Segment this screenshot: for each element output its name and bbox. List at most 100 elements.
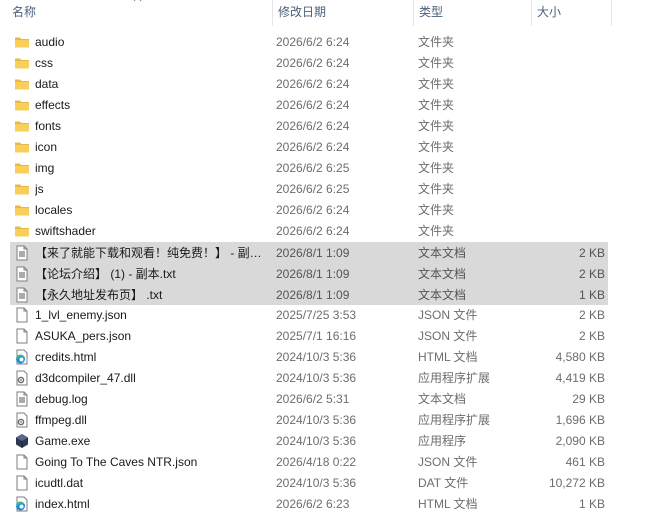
file-type: JSON 文件 (418, 455, 478, 469)
file-type: 文件夹 (418, 203, 455, 217)
file-name: 【来了就能下载和观看！纯免费！】 - 副… (35, 246, 262, 260)
file-explorer-list: 名称 修改日期 类型 大小 audio 2026/6/2 6:24 文件夹 css 20… (0, 0, 663, 512)
file-size: 2 KB (578, 246, 605, 260)
file-type: 文件夹 (418, 98, 455, 112)
file-size: 4,580 KB (555, 350, 605, 364)
file-size (530, 116, 605, 137)
file-modified-date: 2026/6/2 6:24 (276, 77, 350, 91)
file-size (530, 53, 605, 74)
file-row[interactable]: index.html 2026/6/2 6:23 HTML 文档 1 KB (10, 494, 608, 515)
file-name: ffmpeg.dll (35, 413, 87, 427)
file-modified-date: 2024/10/3 5:36 (276, 413, 357, 427)
folder-icon (14, 160, 30, 176)
file-type: 文件夹 (418, 224, 455, 238)
folder-icon (14, 97, 30, 113)
file-name: credits.html (35, 350, 97, 364)
file-type: 文本文档 (418, 392, 467, 406)
file-modified-date: 2026/6/2 6:24 (276, 56, 350, 70)
blank-file-icon (14, 454, 30, 470)
file-row[interactable]: ASUKA_pers.json 2025/7/1 16:16 JSON 文件 2 KB (10, 326, 608, 347)
file-size: 461 KB (565, 455, 605, 469)
file-row[interactable]: Game.exe 2024/10/3 5:36 应用程序 2,090 KB (10, 431, 608, 452)
file-row[interactable]: 【永久地址发布页】 .txt 2026/8/1 1:09 文本文档 1 KB (10, 284, 608, 305)
file-modified-date: 2026/6/2 5:31 (276, 392, 350, 406)
column-header-date[interactable]: 修改日期 (272, 0, 413, 26)
column-divider[interactable] (611, 0, 612, 26)
blank-file-icon (14, 475, 30, 491)
file-modified-date: 2024/10/3 5:36 (276, 350, 357, 364)
file-size (530, 221, 605, 242)
file-type: 文件夹 (418, 161, 455, 175)
folder-icon (14, 202, 30, 218)
file-size: 2 KB (578, 308, 605, 322)
file-row[interactable]: img 2026/6/2 6:25 文件夹 (10, 158, 608, 179)
file-modified-date: 2026/6/2 6:24 (276, 98, 350, 112)
folder-icon (14, 223, 30, 239)
text-file-icon (14, 391, 30, 407)
file-name: 1_lvl_enemy.json (35, 308, 127, 322)
file-type: 应用程序扩展 (418, 413, 491, 427)
blank-file-icon (14, 328, 30, 344)
file-modified-date: 2026/8/1 1:09 (276, 267, 350, 281)
folder-icon (14, 76, 30, 92)
file-row[interactable]: debug.log 2026/6/2 5:31 文本文档 29 KB (10, 389, 608, 410)
file-row[interactable]: icudtl.dat 2024/10/3 5:36 DAT 文件 10,272 KB (10, 473, 608, 494)
file-type: HTML 文档 (418, 350, 478, 364)
file-type: 文件夹 (418, 35, 455, 49)
file-size (530, 158, 605, 179)
file-modified-date: 2026/8/1 1:09 (276, 246, 350, 260)
file-size (530, 95, 605, 116)
file-type: 应用程序扩展 (418, 371, 491, 385)
file-modified-date: 2026/4/18 0:22 (276, 455, 357, 469)
file-type: 文本文档 (418, 246, 467, 260)
folder-icon (14, 181, 30, 197)
file-name: icon (35, 140, 58, 154)
file-size (530, 200, 605, 221)
file-type: 文件夹 (418, 119, 455, 133)
file-row[interactable]: icon 2026/6/2 6:24 文件夹 (10, 137, 608, 158)
column-header-name[interactable]: 名称 (6, 0, 272, 26)
file-row[interactable]: js 2026/6/2 6:25 文件夹 (10, 179, 608, 200)
file-row[interactable]: effects 2026/6/2 6:24 文件夹 (10, 95, 608, 116)
file-type: 文本文档 (418, 288, 467, 302)
file-row[interactable]: fonts 2026/6/2 6:24 文件夹 (10, 116, 608, 137)
file-row[interactable]: Going To The Caves NTR.json 2026/4/18 0:2… (10, 452, 608, 473)
file-size: 1 KB (578, 288, 605, 302)
file-type: 文件夹 (418, 56, 455, 70)
file-size: 4,419 KB (555, 371, 605, 385)
blank-file-icon (14, 307, 30, 323)
dll-file-icon (14, 412, 30, 428)
file-name: 【论坛介绍】 (1) - 副本.txt (35, 267, 176, 281)
file-row[interactable]: ffmpeg.dll 2024/10/3 5:36 应用程序扩展 1,696 KB (10, 410, 608, 431)
game-exe-icon (14, 433, 30, 449)
file-row[interactable]: credits.html 2024/10/3 5:36 HTML 文档 4,580 K… (10, 347, 608, 368)
file-name: debug.log (35, 392, 88, 406)
file-row[interactable]: audio 2026/6/2 6:24 文件夹 (10, 32, 608, 53)
file-row[interactable]: swiftshader 2026/6/2 6:24 文件夹 (10, 221, 608, 242)
file-name: 【永久地址发布页】 .txt (35, 288, 163, 302)
file-name: locales (35, 203, 73, 217)
file-type: 文件夹 (418, 77, 455, 91)
file-row[interactable]: css 2026/6/2 6:24 文件夹 (10, 53, 608, 74)
file-row[interactable]: d3dcompiler_47.dll 2024/10/3 5:36 应用程序扩展 4,… (10, 368, 608, 389)
file-row[interactable]: 【来了就能下载和观看！纯免费！】 - 副… 2026/8/1 1:09 文本文档 2 … (10, 242, 608, 263)
file-modified-date: 2026/6/2 6:24 (276, 119, 350, 133)
file-modified-date: 2024/10/3 5:36 (276, 476, 357, 490)
file-type: 文本文档 (418, 267, 467, 281)
file-row[interactable]: 1_lvl_enemy.json 2025/7/25 3:53 JSON 文件 2 K… (10, 305, 608, 326)
file-row[interactable]: locales 2026/6/2 6:24 文件夹 (10, 200, 608, 221)
file-name: effects (35, 98, 71, 112)
column-header-type[interactable]: 类型 (413, 0, 531, 26)
file-modified-date: 2024/10/3 5:36 (276, 434, 357, 448)
text-file-icon (14, 287, 30, 303)
file-size: 1,696 KB (555, 413, 605, 427)
folder-icon (14, 55, 30, 71)
file-row[interactable]: data 2026/6/2 6:24 文件夹 (10, 74, 608, 95)
column-header-size[interactable]: 大小 (531, 0, 611, 26)
file-type: 文件夹 (418, 182, 455, 196)
text-file-icon (14, 266, 30, 282)
file-row[interactable]: 【论坛介绍】 (1) - 副本.txt 2026/8/1 1:09 文本文档 2 KB (10, 263, 608, 284)
file-modified-date: 2026/6/2 6:24 (276, 203, 350, 217)
file-type: HTML 文档 (418, 497, 478, 511)
file-size: 2 KB (578, 267, 605, 281)
